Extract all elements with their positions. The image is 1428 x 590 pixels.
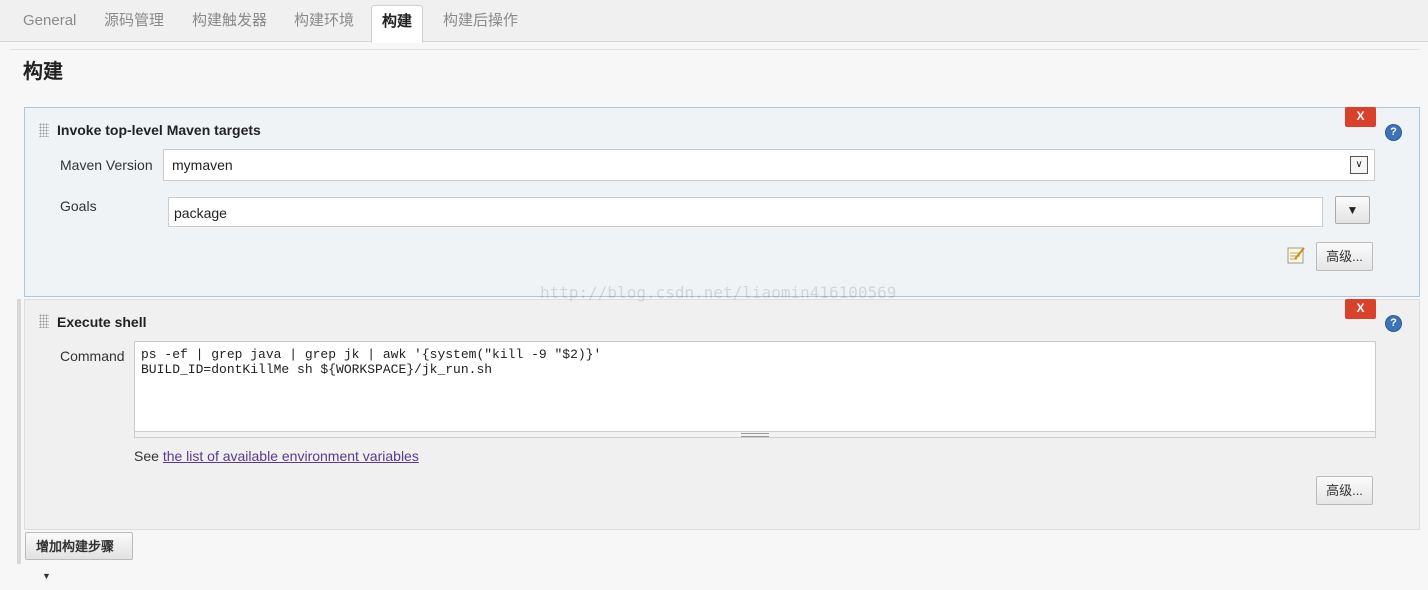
tab-build-triggers[interactable]: 构建触发器 [192,0,267,40]
help-icon[interactable]: ? [1385,315,1402,332]
watermark: http://blog.csdn.net/liaomin416100569 [540,283,897,302]
maven-version-value: mymaven [172,157,233,173]
env-vars-link[interactable]: the list of available environment variab… [163,448,419,464]
command-label: Command [60,348,125,364]
grip-icon[interactable] [39,123,49,137]
goals-expand-button[interactable]: ▼ [1335,196,1370,224]
maven-version-label: Maven Version [60,157,153,173]
textarea-resize-handle[interactable] [135,431,1375,437]
chevron-down-icon: ▼ [42,571,51,581]
chevron-down-icon[interactable]: ∨ [1350,156,1368,174]
grip-icon[interactable] [39,314,49,328]
command-code: ps -ef | grep java | grep jk | awk '{sys… [141,347,601,377]
tab-bar: General 源码管理 构建触发器 构建环境 构建 构建后操作 [0,0,1428,43]
goals-label: Goals [60,198,97,214]
command-textarea[interactable]: ps -ef | grep java | grep jk | awk '{sys… [134,341,1376,438]
maven-version-select[interactable]: mymaven ∨ [163,149,1375,181]
goals-input[interactable]: package [168,197,1323,227]
tab-build-environment[interactable]: 构建环境 [294,0,354,40]
divider [10,49,1420,50]
left-bar [17,299,21,564]
maven-advanced-button[interactable]: 高级... [1316,242,1373,271]
add-build-step-label: 增加构建步骤 [36,539,115,554]
notepad-icon[interactable] [1287,246,1307,264]
goals-value: package [174,205,227,221]
help-icon[interactable]: ? [1385,124,1402,141]
add-build-step-button[interactable]: 增加构建步骤 ▼ [25,532,133,581]
see-prefix: See [134,448,163,464]
command-line-2: BUILD_ID=dontKillMe sh ${WORKSPACE}/jk_r… [141,362,493,377]
maven-step-title: Invoke top-level Maven targets [57,122,261,138]
shell-step-title: Execute shell [57,314,147,330]
env-vars-hint: See the list of available environment va… [134,448,419,464]
tab-general[interactable]: General [23,0,76,40]
shell-advanced-button[interactable]: 高级... [1316,476,1373,505]
maven-delete-button[interactable]: X [1345,107,1376,127]
command-line-1: ps -ef | grep java | grep jk | awk '{sys… [141,347,602,362]
section-title: 构建 [23,61,63,83]
tab-post-build[interactable]: 构建后操作 [443,0,518,40]
tab-source-management[interactable]: 源码管理 [104,0,164,40]
shell-delete-button[interactable]: X [1345,299,1376,319]
tab-build[interactable]: 构建 [371,5,423,43]
